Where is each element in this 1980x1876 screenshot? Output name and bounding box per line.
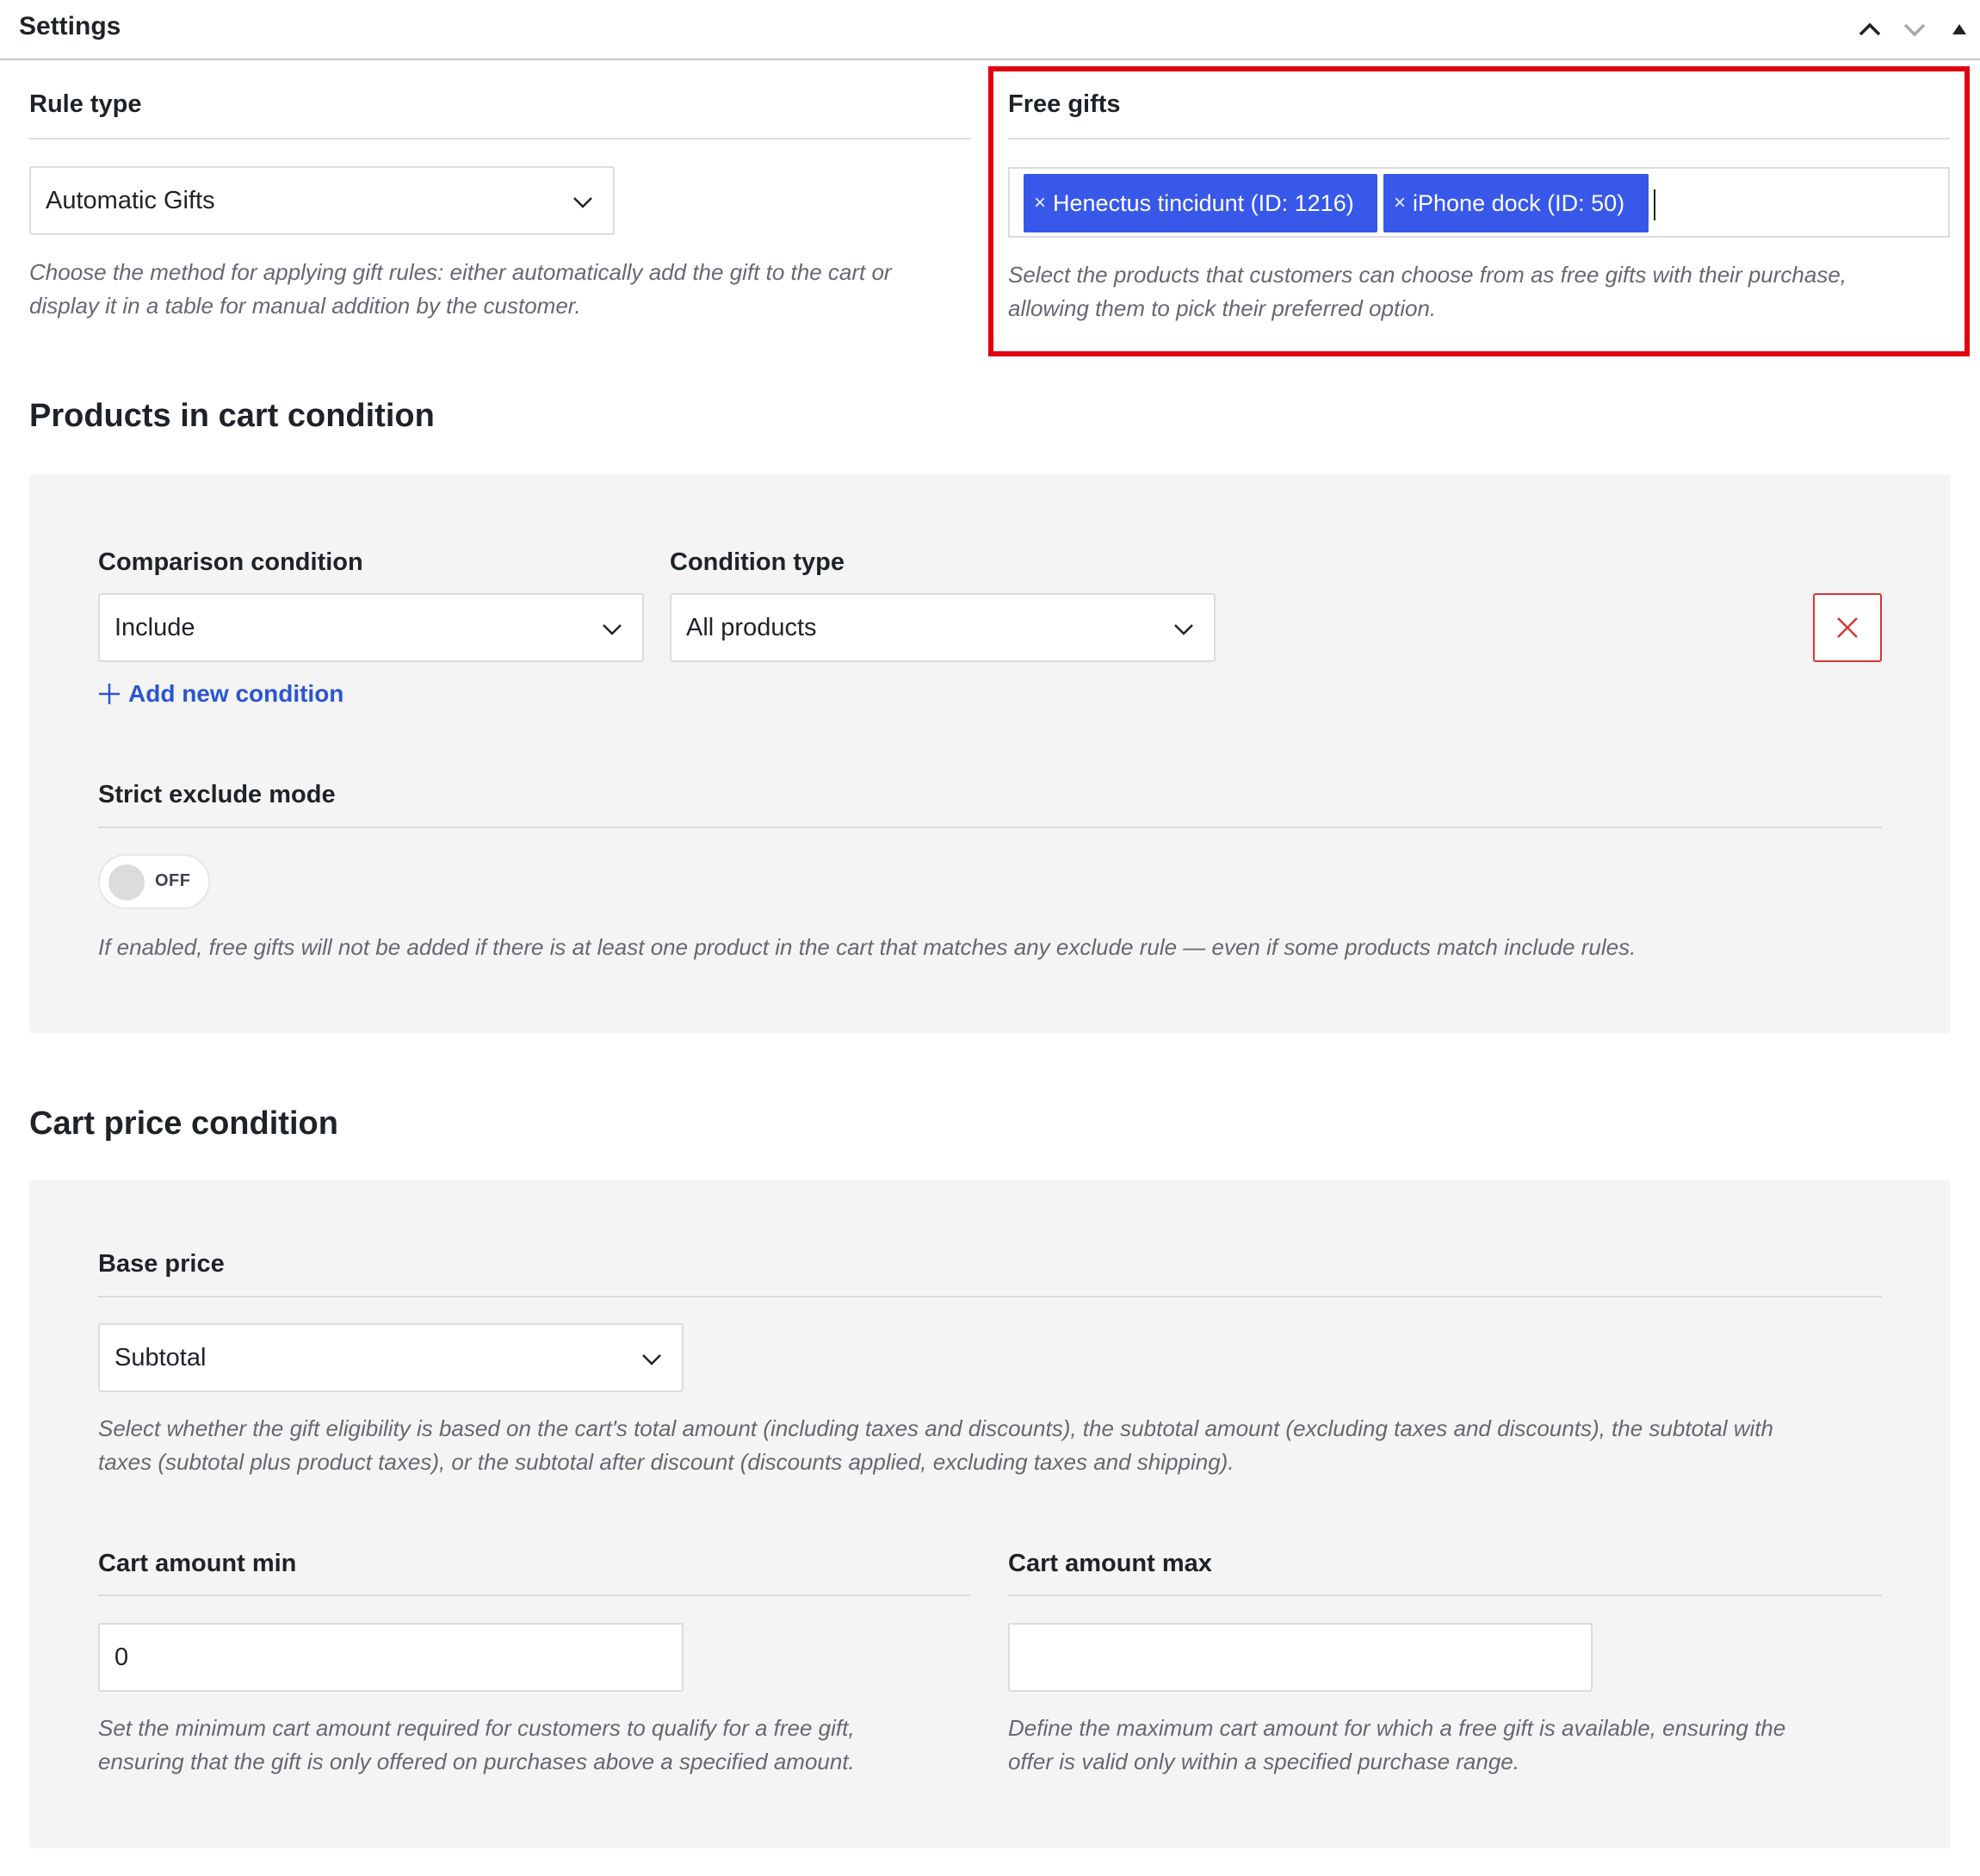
cart-amount-min-description-1: Set the minimum cart amount required for…: [98, 1715, 855, 1741]
cart-amount-min-value: 0: [114, 1643, 129, 1671]
base-price-label: Base price: [98, 1250, 225, 1278]
chevron-down-icon: [603, 624, 622, 635]
cart-amount-min-input[interactable]: 0: [98, 1623, 684, 1692]
rule-type-label: Rule type: [29, 90, 142, 118]
toggle-state-label: OFF: [155, 871, 191, 890]
cart-amount-max-description-1: Define the maximum cart amount for which…: [1008, 1715, 1786, 1741]
products-condition-title: Products in cart condition: [29, 398, 435, 434]
add-new-condition-link[interactable]: Add new condition: [97, 680, 343, 708]
highlight-box: [988, 66, 1970, 356]
settings-header: Settings: [0, 0, 1980, 60]
chevron-down-icon: [642, 1354, 661, 1365]
divider: [29, 138, 971, 139]
move-up-button[interactable]: [1853, 12, 1887, 46]
chevron-down-icon: [1174, 624, 1193, 635]
condition-type-label: Condition type: [670, 548, 845, 576]
collapse-toggle-button[interactable]: [1942, 12, 1977, 46]
rule-type-description-2: display it in a table for manual additio…: [29, 293, 581, 319]
chevron-down-icon: [1903, 23, 1926, 37]
base-price-description-1: Select whether the gift eligibility is b…: [98, 1415, 1773, 1441]
delete-condition-button[interactable]: [1813, 593, 1882, 662]
cart-amount-max-label: Cart amount max: [1008, 1550, 1212, 1577]
base-price-select[interactable]: Subtotal: [98, 1323, 684, 1392]
page-title: Settings: [19, 12, 121, 40]
divider: [98, 1296, 1882, 1297]
plus-icon: [99, 684, 120, 704]
move-down-button[interactable]: [1897, 12, 1932, 46]
comparison-condition-label: Comparison condition: [98, 548, 363, 576]
cart-amount-min-label: Cart amount min: [98, 1550, 297, 1577]
chevron-up-icon: [1859, 22, 1881, 36]
divider: [1008, 1594, 1882, 1596]
strict-exclude-toggle[interactable]: OFF: [98, 854, 210, 909]
cart-amount-max-description-2: offer is valid only within a specified p…: [1008, 1749, 1519, 1774]
comparison-condition-select[interactable]: Include: [98, 593, 644, 662]
divider: [98, 827, 1882, 828]
cart-price-condition-title: Cart price condition: [29, 1105, 338, 1142]
toggle-knob: [108, 864, 145, 901]
divider: [98, 1594, 971, 1596]
triangle-up-icon: [1952, 24, 1966, 34]
strict-exclude-label: Strict exclude mode: [98, 781, 336, 808]
base-price-description-2: taxes (subtotal plus product taxes), or …: [98, 1449, 1234, 1475]
chevron-down-icon: [573, 197, 592, 208]
cart-amount-max-input[interactable]: [1008, 1623, 1593, 1692]
rule-type-description-1: Choose the method for applying gift rule…: [29, 259, 892, 285]
base-price-value: Subtotal: [114, 1343, 207, 1371]
add-new-condition-label: Add new condition: [128, 680, 344, 707]
close-icon: [1837, 617, 1858, 638]
rule-type-select[interactable]: Automatic Gifts: [29, 166, 615, 235]
condition-type-select[interactable]: All products: [670, 593, 1216, 662]
condition-type-value: All products: [686, 613, 817, 641]
strict-exclude-description: If enabled, free gifts will not be added…: [98, 934, 1637, 960]
rule-type-value: Automatic Gifts: [46, 186, 215, 214]
cart-amount-min-description-2: ensuring that the gift is only offered o…: [98, 1749, 855, 1774]
comparison-condition-value: Include: [114, 613, 195, 641]
